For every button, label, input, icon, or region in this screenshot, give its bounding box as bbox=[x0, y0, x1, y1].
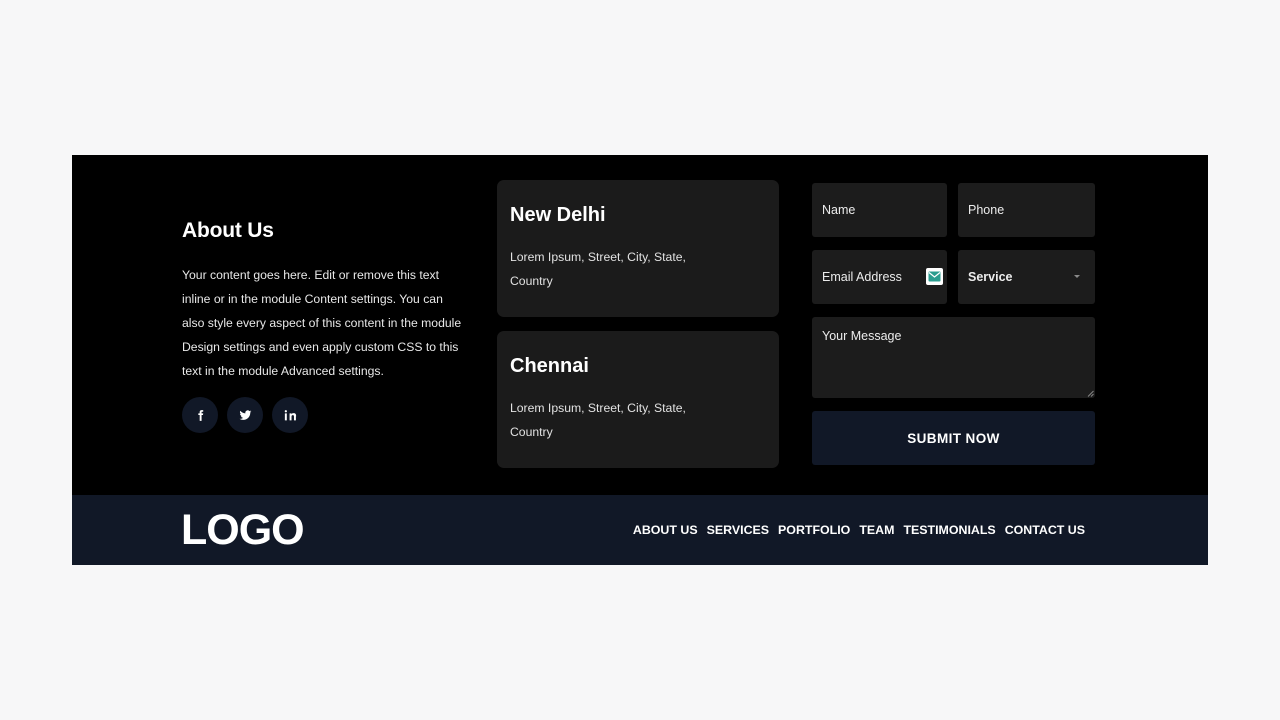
submit-button[interactable]: SUBMIT NOW bbox=[812, 411, 1095, 465]
linkedin-icon bbox=[284, 409, 296, 420]
name-placeholder: Name bbox=[822, 203, 856, 217]
nav-item-contact-us[interactable]: CONTACT US bbox=[1005, 523, 1085, 537]
twitter-button[interactable] bbox=[227, 397, 263, 433]
email-autofill-icon[interactable] bbox=[926, 268, 943, 285]
social-links bbox=[182, 397, 467, 433]
envelope-icon bbox=[928, 271, 941, 282]
footer-bottom-bar: LOGO ABOUT US SERVICES PORTFOLIO TEAM TE… bbox=[72, 495, 1208, 565]
message-placeholder: Your Message bbox=[822, 329, 902, 343]
resize-handle-icon[interactable] bbox=[1087, 390, 1094, 397]
chevron-down-icon bbox=[1074, 275, 1080, 278]
facebook-button[interactable] bbox=[182, 397, 218, 433]
name-field[interactable]: Name bbox=[812, 183, 947, 237]
email-field[interactable]: Email Address bbox=[812, 250, 947, 304]
location-address: Lorem Ipsum, Street, City, State, Countr… bbox=[510, 401, 686, 439]
phone-placeholder: Phone bbox=[968, 203, 1005, 217]
twitter-icon bbox=[239, 409, 251, 420]
message-textarea[interactable]: Your Message bbox=[812, 317, 1095, 398]
nav-item-team[interactable]: TEAM bbox=[859, 523, 894, 537]
about-title: About Us bbox=[182, 219, 274, 242]
service-select[interactable]: Service bbox=[958, 250, 1095, 304]
location-city: New Delhi bbox=[510, 204, 606, 226]
facebook-icon bbox=[197, 409, 203, 421]
phone-field[interactable]: Phone bbox=[958, 183, 1095, 237]
location-card-new-delhi: New Delhi Lorem Ipsum, Street, City, Sta… bbox=[497, 180, 779, 317]
location-card-chennai: Chennai Lorem Ipsum, Street, City, State… bbox=[497, 331, 779, 468]
email-placeholder: Email Address bbox=[822, 270, 902, 284]
nav-item-portfolio[interactable]: PORTFOLIO bbox=[778, 523, 850, 537]
footer-top-section: About Us Your content goes here. Edit or… bbox=[72, 155, 1208, 495]
footer-nav: ABOUT US SERVICES PORTFOLIO TEAM TESTIMO… bbox=[633, 523, 1085, 537]
nav-item-services[interactable]: SERVICES bbox=[707, 523, 769, 537]
nav-item-testimonials[interactable]: TESTIMONIALS bbox=[903, 523, 995, 537]
location-address: Lorem Ipsum, Street, City, State, Countr… bbox=[510, 250, 686, 288]
service-selected-value: Service bbox=[968, 270, 1013, 284]
about-section: About Us Your content goes here. Edit or… bbox=[182, 219, 467, 433]
location-city: Chennai bbox=[510, 355, 589, 377]
nav-item-about-us[interactable]: ABOUT US bbox=[633, 523, 698, 537]
about-text: Your content goes here. Edit or remove t… bbox=[182, 268, 462, 378]
logo[interactable]: LOGO bbox=[181, 507, 305, 553]
linkedin-button[interactable] bbox=[272, 397, 308, 433]
